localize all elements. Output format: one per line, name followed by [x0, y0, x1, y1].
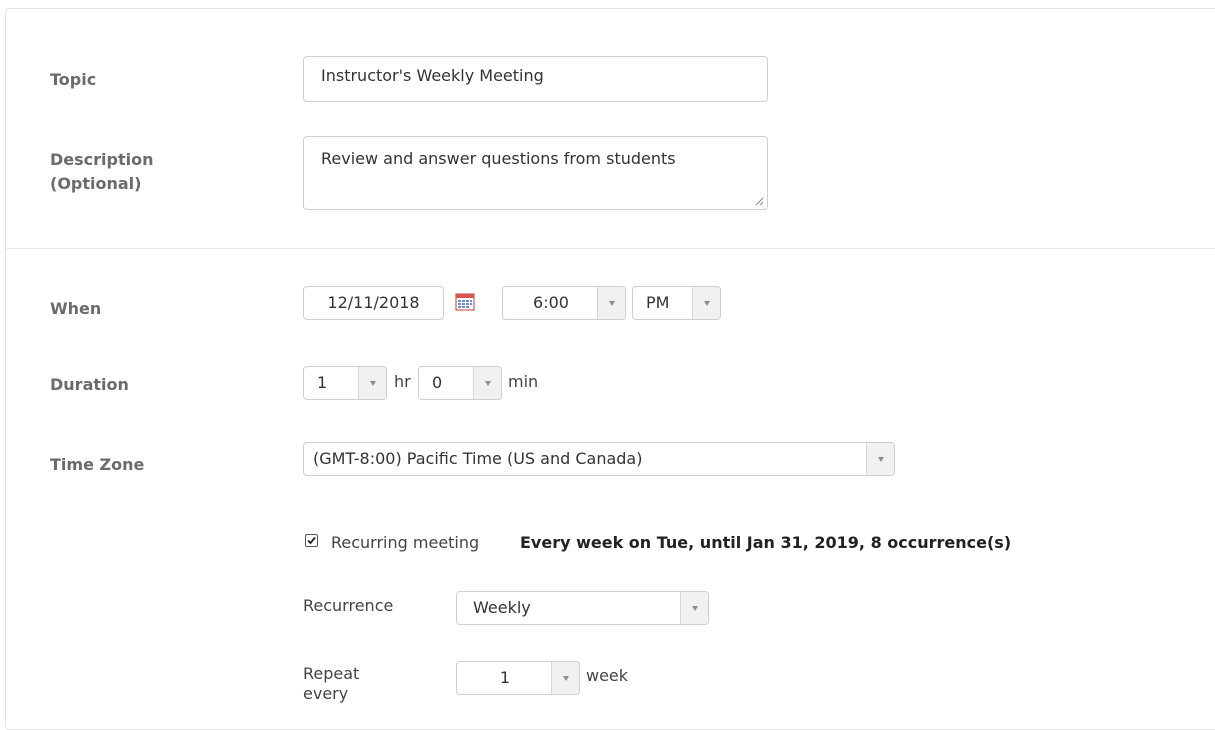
repeat-interval-value: 1 [499, 668, 511, 687]
when-label: When [50, 299, 102, 318]
duration-label: Duration [50, 375, 129, 394]
ampm-value: PM [646, 293, 670, 312]
chevron-down-icon [562, 676, 569, 681]
recurring-label[interactable]: Recurring meeting [331, 533, 479, 553]
recurrence-label: Recurrence [303, 596, 394, 615]
timezone-label: Time Zone [50, 455, 145, 474]
resize-handle-icon[interactable] [754, 196, 764, 206]
repeat-label-line2: every [303, 684, 349, 703]
time-value: 6:00 [533, 293, 569, 312]
chevron-down-icon [691, 606, 698, 611]
date-input[interactable]: 12/11/2018 [303, 286, 444, 320]
topic-value: Instructor's Weekly Meeting [321, 66, 544, 85]
chevron-down-icon [877, 457, 884, 462]
recurring-summary: Every week on Tue, until Jan 31, 2019, 8… [520, 533, 1012, 552]
time-select[interactable]: 6:00 [502, 286, 626, 320]
duration-hours-select[interactable]: 1 [303, 366, 387, 400]
section-divider [5, 248, 1215, 249]
timezone-value: (GMT-8:00) Pacific Time (US and Canada) [313, 449, 643, 468]
repeat-label: Repeat every [303, 664, 359, 704]
chevron-down-icon [369, 381, 376, 386]
description-label: Description (Optional) [50, 148, 153, 196]
ampm-select[interactable]: PM [632, 286, 721, 320]
date-value: 12/11/2018 [327, 293, 420, 312]
chevron-down-icon [703, 301, 710, 306]
duration-hours-value: 1 [317, 373, 328, 392]
recurrence-value: Weekly [473, 598, 531, 617]
repeat-interval-select[interactable]: 1 [456, 661, 580, 695]
chevron-down-icon [608, 301, 615, 306]
calendar-icon[interactable] [455, 292, 475, 312]
duration-minutes-value: 0 [432, 373, 443, 392]
duration-minutes-select[interactable]: 0 [418, 366, 502, 400]
description-label-line2: (Optional) [50, 174, 142, 193]
topic-label: Topic [50, 70, 97, 89]
repeat-unit-label: week [586, 666, 629, 685]
chevron-down-icon [484, 381, 491, 386]
checkmark-icon [307, 536, 316, 545]
timezone-select[interactable]: (GMT-8:00) Pacific Time (US and Canada) [303, 442, 895, 476]
min-unit-label: min [508, 372, 539, 391]
description-value: Review and answer questions from student… [321, 149, 676, 168]
hr-unit-label: hr [394, 372, 411, 391]
recurring-checkbox[interactable] [305, 534, 318, 547]
repeat-label-line1: Repeat [303, 664, 360, 683]
recurrence-select[interactable]: Weekly [456, 591, 709, 625]
description-label-line1: Description [50, 150, 154, 169]
topic-input[interactable]: Instructor's Weekly Meeting [303, 56, 768, 102]
description-textarea[interactable]: Review and answer questions from student… [303, 136, 768, 210]
